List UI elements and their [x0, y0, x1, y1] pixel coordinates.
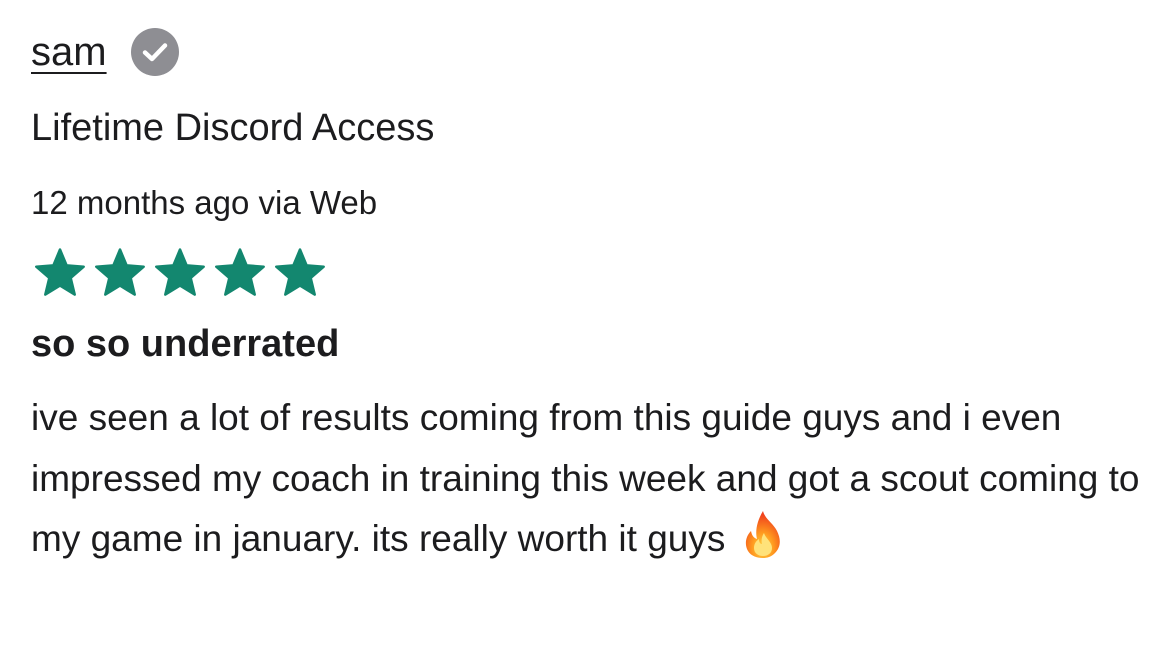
star-filled-icon: [153, 247, 207, 297]
check-circle-icon: [130, 28, 179, 76]
star-filled-icon: [33, 247, 87, 297]
fire-icon: [741, 509, 785, 559]
star-filled-icon: [273, 247, 327, 297]
review-title: so so underrated: [31, 323, 340, 365]
star-filled-icon: [213, 247, 267, 297]
review-body: ive seen a lot of results coming from th…: [31, 388, 1146, 570]
review-card: sam Lifetime Discord Access 12 months ag…: [0, 0, 1170, 665]
review-meta: 12 months ago via Web: [31, 184, 378, 221]
author-name-link[interactable]: sam: [31, 28, 107, 76]
product-name: Lifetime Discord Access: [31, 107, 435, 149]
author-row: sam: [31, 24, 179, 80]
review-body-text: ive seen a lot of results coming from th…: [31, 397, 1140, 559]
star-rating: [33, 247, 327, 297]
star-filled-icon: [93, 247, 147, 297]
